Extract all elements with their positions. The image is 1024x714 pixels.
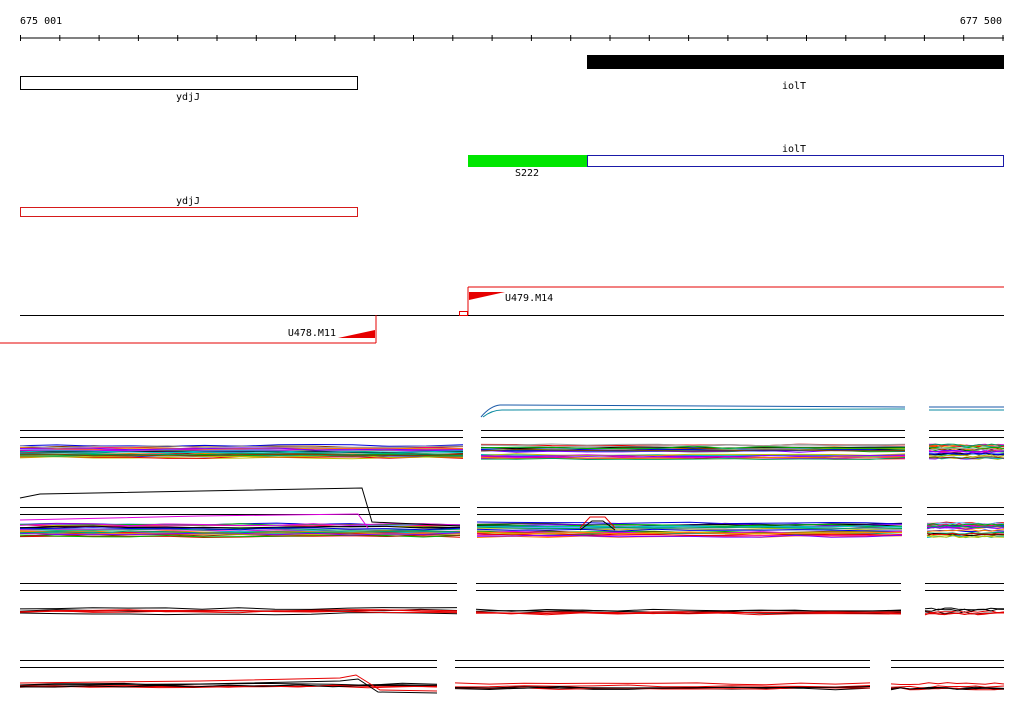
transcription-unit-track: U479.M14 U478.M11: [0, 286, 1004, 344]
tu-reverse-label: U478.M11: [288, 328, 336, 339]
expr-profile-high: [482, 408, 906, 418]
gene-ydjJ-red-label: ydjJ: [176, 196, 200, 207]
gene-iolT-blue[interactable]: [587, 155, 1004, 167]
gene-iolT-black-label: iolT: [782, 81, 806, 92]
annotation-track-strand-plus: iolT ydjJ: [20, 55, 1004, 103]
terminator-mark: [459, 311, 468, 316]
genome-browser: 675 001 677 500 iolT ydjJ iolT S222 ydjJ…: [0, 16, 1005, 694]
gene-iolT-blue-label: iolT: [782, 144, 806, 155]
gene-ydjJ-black[interactable]: [20, 76, 358, 90]
ruler-start-label: 675 001: [20, 16, 62, 27]
gene-ydjJ-red[interactable]: [20, 207, 358, 217]
feature-S222[interactable]: [468, 155, 587, 167]
ruler-end-label: 677 500: [960, 16, 1002, 27]
gene-iolT-black[interactable]: [587, 55, 1004, 69]
tu-forward-promoter-flag: [469, 292, 505, 300]
gene-ydjJ-black-label: ydjJ: [176, 92, 200, 103]
coordinate-ruler: 675 001 677 500: [20, 16, 1004, 41]
feature-S222-label: S222: [515, 168, 539, 179]
expr-profile-c: [19, 607, 458, 610]
expression-tracks: [19, 404, 1005, 694]
expr-profile-d: [890, 682, 1005, 685]
expr-profile-d: [454, 682, 871, 686]
tu-reverse-promoter-flag: [338, 330, 375, 338]
annotation-track-colored: iolT S222 ydjJ: [20, 144, 1004, 217]
expr-profile-high: [480, 404, 906, 418]
tu-forward-label: U479.M14: [505, 293, 553, 304]
